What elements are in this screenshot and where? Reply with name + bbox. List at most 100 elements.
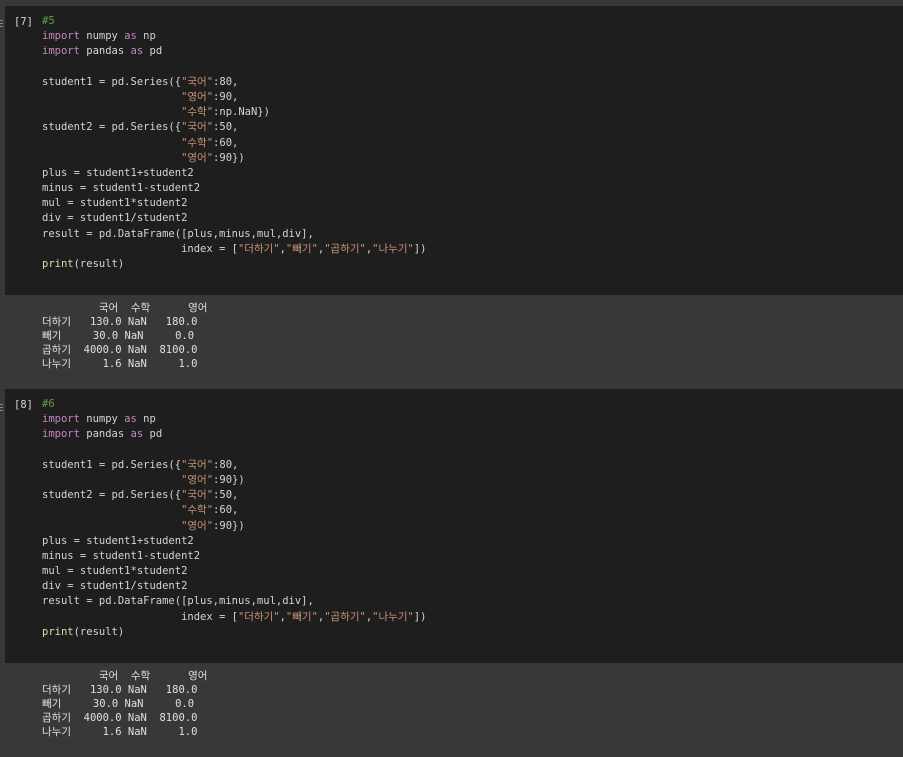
code-line[interactable]: mul = student1*student2 (42, 196, 426, 211)
code-line[interactable]: import pandas as pd (42, 44, 426, 59)
code-line[interactable]: import numpy as np (42, 412, 426, 427)
execution-count: [8] (14, 399, 33, 411)
code-editor[interactable]: #5 import numpy as np import pandas as pd s… (42, 14, 426, 272)
code-line[interactable]: plus = student1+student2 (42, 534, 426, 549)
code-token: :90, (213, 90, 239, 103)
code-line[interactable]: student1 = pd.Series({"국어":80, (42, 75, 426, 90)
code-line[interactable]: "수학":60, (42, 503, 426, 518)
code-token: :90}) (213, 151, 245, 164)
code-token: div = student1/student2 (42, 212, 188, 225)
code-line[interactable]: print(result) (42, 257, 426, 272)
code-token: "영어" (181, 151, 214, 164)
code-line[interactable]: minus = student1-student2 (42, 181, 426, 196)
code-token: "나누기" (372, 610, 414, 623)
dataframe-output: 국어 수학 영어 더하기 130.0 NaN 180.0 빼기 30.0 NaN 0… (42, 669, 207, 739)
code-token: :60, (213, 504, 239, 517)
code-token: "곱하기" (324, 242, 366, 255)
code-line[interactable]: #5 (42, 14, 426, 29)
code-token: (result) (73, 625, 125, 638)
code-line[interactable]: "영어":90}) (42, 519, 426, 534)
code-token: index = [ (42, 610, 238, 623)
output-cell-7: 국어 수학 영어더하기 130.0 NaN 180.0 빼기 30.0 NaN 0… (5, 295, 903, 389)
code-line[interactable]: student2 = pd.Series({"국어":50, (42, 488, 426, 503)
code-token: "국어" (181, 75, 214, 88)
code-token: print (42, 625, 74, 638)
code-editor[interactable]: #6 import numpy as np import pandas as pd s… (42, 397, 426, 640)
code-line[interactable]: div = student1/student2 (42, 211, 426, 226)
code-token: import (42, 45, 80, 58)
output-line: 나누기 1.6 NaN 1.0 (42, 726, 198, 738)
code-token: :np.NaN}) (213, 106, 270, 119)
output-line: 국어 수학 영어 (42, 670, 208, 682)
code-token: np (136, 413, 156, 426)
code-token: index = [ (42, 242, 238, 255)
code-token: np (136, 30, 156, 43)
code-token: #6 (42, 398, 55, 410)
code-token: div = student1/student2 (42, 580, 188, 593)
code-token: :50, (213, 121, 239, 134)
code-line[interactable]: student2 = pd.Series({"국어":50, (42, 120, 426, 135)
code-line[interactable]: student1 = pd.Series({"국어":80, (42, 458, 426, 473)
code-token: #5 (42, 15, 55, 27)
code-token: mul = student1*student2 (42, 197, 188, 210)
code-token: import (42, 428, 80, 441)
code-line[interactable]: plus = student1+student2 (42, 166, 426, 181)
code-token: :80, (213, 458, 239, 471)
code-token: "수학" (181, 106, 214, 119)
code-token: numpy (79, 30, 125, 43)
output-line: 국어 수학 영어 (42, 302, 208, 314)
output-line: 곱하기 4000.0 NaN 8100.0 (42, 712, 198, 724)
code-cell-8[interactable]: [8] #6 import numpy as np import pandas as… (5, 389, 903, 663)
code-line[interactable] (42, 60, 426, 75)
code-line[interactable]: import pandas as pd (42, 427, 426, 442)
output-line: 나누기 1.6 NaN 1.0 (42, 358, 198, 370)
code-line[interactable]: "영어":90}) (42, 473, 426, 488)
code-token: "나누기" (372, 242, 414, 255)
code-line[interactable]: minus = student1-student2 (42, 549, 426, 564)
code-token: ]) (413, 610, 427, 623)
output-line: 빼기 30.0 NaN 0.0 (42, 330, 195, 342)
code-token: "빼기" (285, 610, 318, 623)
code-line[interactable]: "수학":60, (42, 136, 426, 151)
code-line[interactable]: div = student1/student2 (42, 579, 426, 594)
code-token: import (42, 30, 80, 43)
output-line: 곱하기 4000.0 NaN 8100.0 (42, 344, 198, 356)
code-token: import (42, 413, 80, 426)
output-line: 더하기 130.0 NaN 180.0 (42, 684, 198, 696)
code-line[interactable]: "영어":90, (42, 90, 426, 105)
output-line: 더하기 130.0 NaN 180.0 (42, 316, 198, 328)
code-token: print (42, 258, 74, 270)
code-line[interactable]: print(result) (42, 625, 426, 640)
code-line[interactable]: result = pd.DataFrame([plus,minus,mul,di… (42, 594, 426, 609)
code-token: :90}) (213, 473, 245, 486)
code-line[interactable]: "수학":np.NaN}) (42, 105, 426, 120)
code-token: :90}) (213, 519, 245, 532)
code-token: plus = student1+student2 (42, 166, 194, 179)
code-token: "수학" (181, 136, 214, 149)
code-line[interactable]: "영어":90}) (42, 151, 426, 166)
code-line[interactable]: index = ["더하기","빼기","곱하기","나누기"]) (42, 610, 426, 625)
code-token: student2 = pd.Series({ (42, 121, 182, 134)
code-line[interactable] (42, 443, 426, 458)
code-token: numpy (79, 413, 125, 426)
code-line[interactable]: mul = student1*student2 (42, 564, 426, 579)
code-token: pd (143, 45, 163, 58)
code-line[interactable]: index = ["더하기","빼기","곱하기","나누기"]) (42, 242, 426, 257)
cell-8-gutter-marker[interactable] (0, 404, 3, 413)
code-line[interactable]: import numpy as np (42, 29, 426, 44)
code-token: :50, (213, 489, 239, 502)
code-line[interactable]: #6 (42, 397, 426, 412)
code-token: :80, (213, 75, 239, 88)
cell-7-gutter-marker[interactable] (0, 20, 3, 29)
code-cell-7[interactable]: [7] #5 import numpy as np import pandas as… (5, 6, 903, 295)
code-token: "영어" (181, 519, 214, 532)
code-token: "더하기" (237, 610, 280, 623)
code-token: student2 = pd.Series({ (42, 489, 182, 502)
code-line[interactable]: result = pd.DataFrame([plus,minus,mul,di… (42, 227, 426, 242)
